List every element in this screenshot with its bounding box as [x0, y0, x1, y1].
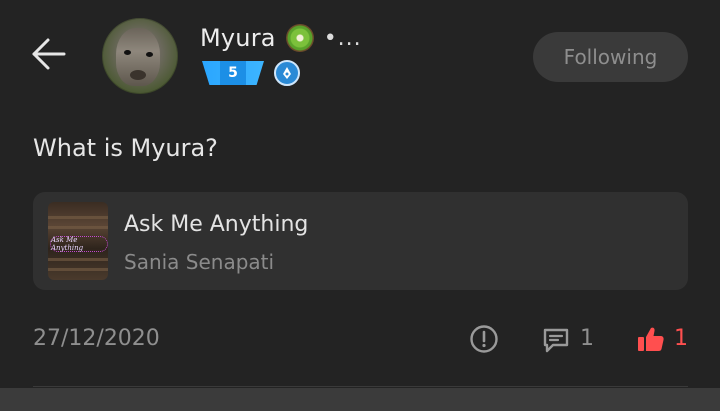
card-title: Ask Me Anything — [124, 212, 309, 237]
back-arrow-icon[interactable] — [28, 34, 68, 74]
comment-icon[interactable] — [541, 325, 571, 355]
thumbnail-label: Ask Me Anything — [50, 236, 108, 252]
pen-badge-icon — [274, 60, 300, 86]
more-indicator: •... — [323, 25, 362, 51]
user-badges: 5 — [202, 60, 300, 86]
post-question: What is Myura? — [33, 134, 218, 162]
level-number: 5 — [220, 61, 246, 85]
comment-count: 1 — [580, 326, 594, 351]
avatar[interactable] — [102, 18, 178, 94]
username-row: Myura •... — [200, 20, 362, 56]
community-thumbnail: Ask Me Anything — [48, 202, 108, 280]
thumbs-up-icon[interactable] — [636, 324, 666, 354]
level-badge-icon: 5 — [202, 61, 264, 85]
like-count: 1 — [674, 326, 688, 351]
report-icon[interactable] — [469, 324, 499, 354]
next-post-edge — [0, 388, 720, 411]
username[interactable]: Myura — [200, 24, 276, 52]
post-date: 27/12/2020 — [33, 326, 160, 351]
card-subtitle: Sania Senapati — [124, 250, 275, 274]
divider — [33, 386, 688, 387]
following-button[interactable]: Following — [533, 32, 688, 82]
kiwi-emoji-icon — [281, 20, 318, 56]
linked-community-card[interactable]: Ask Me Anything Ask Me Anything Sania Se… — [33, 192, 688, 290]
